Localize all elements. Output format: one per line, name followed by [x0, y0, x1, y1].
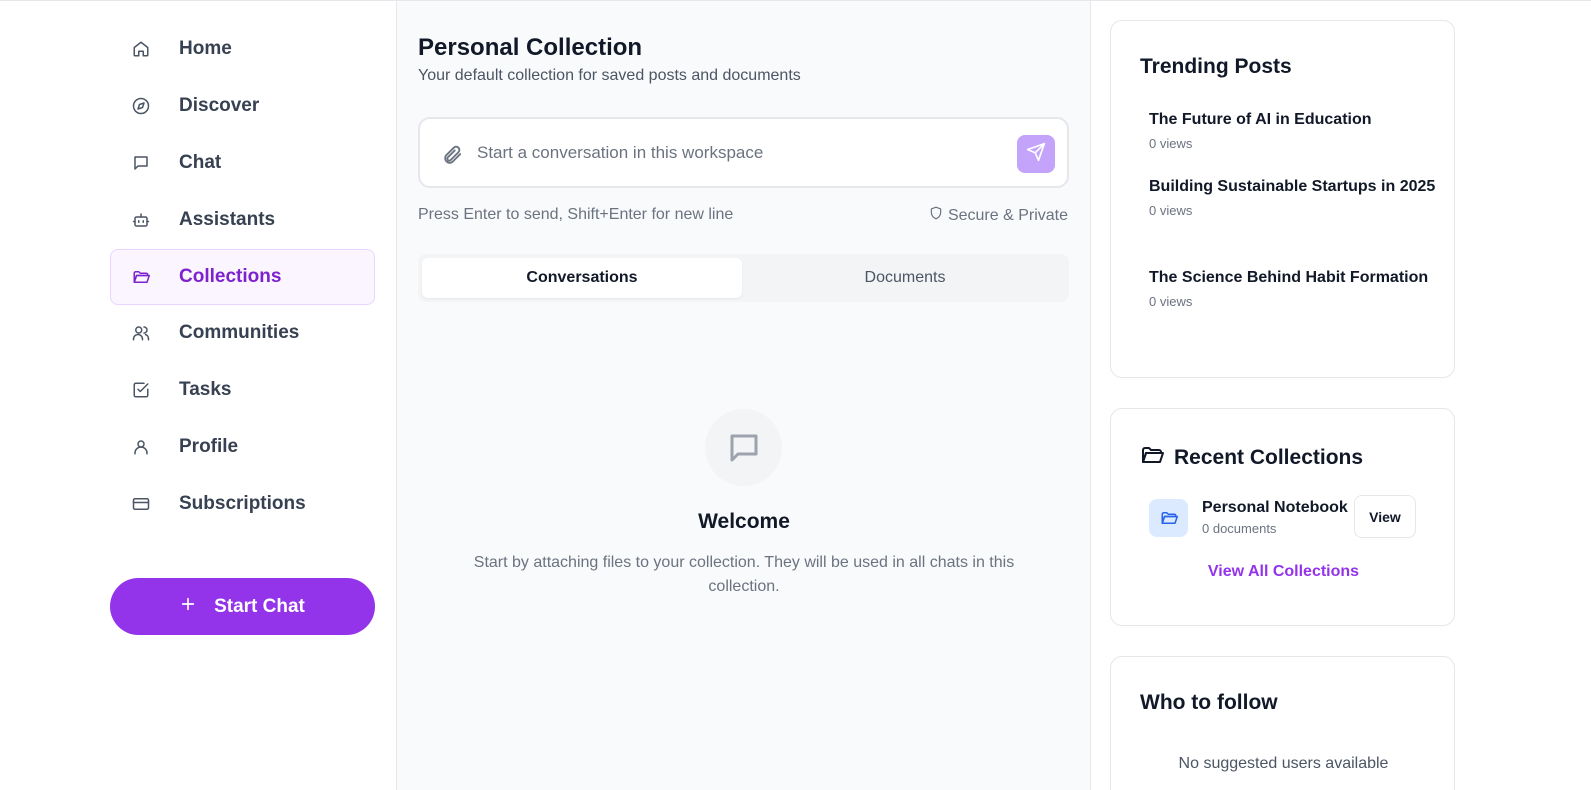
trending-post-views: 0 views: [1149, 136, 1193, 151]
send-icon: [1026, 142, 1046, 167]
paperclip-icon[interactable]: [441, 144, 463, 166]
trending-post[interactable]: The Science Behind Habit Formation 0 vie…: [1149, 266, 1439, 309]
sidebar-item-communities[interactable]: Communities: [110, 305, 375, 361]
trending-post-title: Building Sustainable Startups in 2025: [1149, 178, 1436, 195]
sidebar-item-label: Subscriptions: [179, 493, 306, 514]
sidebar-item-label: Assistants: [179, 209, 276, 230]
sidebar-item-label: Discover: [179, 95, 260, 116]
view-collection-button[interactable]: View: [1354, 495, 1416, 538]
view-all-collections-link[interactable]: View All Collections: [1111, 563, 1456, 581]
sidebar-item-chat[interactable]: Chat: [110, 135, 375, 191]
chat-icon: [131, 153, 151, 173]
plus-icon: [180, 596, 196, 618]
sidebar-item-label: Profile: [179, 436, 239, 457]
user-icon: [131, 437, 151, 457]
sidebar-item-label: Collections: [179, 266, 282, 287]
recent-collections-card: Recent Collections Personal Notebook 0 d…: [1110, 408, 1455, 626]
recent-collections-header: Recent Collections: [1140, 443, 1363, 472]
folder-icon: [1149, 499, 1188, 537]
empty-state-text: Start by attaching files to your collect…: [473, 554, 1015, 595]
message-composer: [418, 117, 1069, 188]
collection-count: 0 documents: [1202, 521, 1277, 536]
sidebar-item-profile[interactable]: Profile: [110, 419, 375, 475]
sidebar-item-label: Home: [179, 38, 232, 59]
sidebar-item-label: Communities: [179, 322, 300, 343]
folder-icon: [131, 267, 151, 287]
home-icon: [131, 39, 151, 59]
sidebar-item-home[interactable]: Home: [110, 21, 375, 77]
sidebar-item-tasks[interactable]: Tasks: [110, 362, 375, 418]
send-button[interactable]: [1017, 135, 1055, 173]
card-icon: [131, 494, 151, 514]
who-to-follow-card: Who to follow No suggested users availab…: [1110, 656, 1455, 790]
collection-name: Personal Notebook: [1202, 499, 1348, 516]
empty-state-title: Welcome: [698, 510, 790, 533]
main-content: Personal Collection Your default collect…: [397, 1, 1091, 790]
folder-open-icon: [1140, 443, 1164, 472]
trending-post-title: The Science Behind Habit Formation: [1149, 269, 1429, 286]
collection-tabs: Conversations Documents: [418, 254, 1069, 302]
bot-icon: [131, 210, 151, 230]
secure-indicator: Secure & Private: [929, 206, 1068, 225]
composer-hint: Press Enter to send, Shift+Enter for new…: [418, 206, 734, 223]
sidebar: Home Discover Chat Assistants Collection…: [91, 1, 397, 790]
trending-post[interactable]: Building Sustainable Startups in 2025 0 …: [1149, 175, 1439, 218]
checkbox-icon: [131, 380, 151, 400]
empty-state-chat-icon: [705, 409, 782, 486]
sidebar-item-assistants[interactable]: Assistants: [110, 192, 375, 248]
sidebar-item-collections[interactable]: Collections: [110, 249, 375, 305]
who-to-follow-title: Who to follow: [1140, 691, 1278, 714]
trending-post[interactable]: The Future of AI in Education 0 views: [1149, 108, 1439, 151]
start-chat-label: Start Chat: [214, 595, 305, 617]
no-suggested-users-text: No suggested users available: [1178, 755, 1389, 772]
trending-posts-card: Trending Posts The Future of AI in Educa…: [1110, 20, 1455, 378]
start-chat-button[interactable]: Start Chat: [110, 578, 375, 635]
page-subtitle: Your default collection for saved posts …: [418, 67, 801, 84]
recent-collections-title: Recent Collections: [1174, 445, 1364, 469]
sidebar-item-discover[interactable]: Discover: [110, 78, 375, 134]
compass-icon: [131, 96, 151, 116]
trending-post-views: 0 views: [1149, 203, 1193, 218]
tab-conversations[interactable]: Conversations: [422, 258, 742, 298]
page-title: Personal Collection: [418, 34, 643, 61]
sidebar-item-label: Tasks: [179, 379, 232, 400]
shield-icon: [929, 206, 943, 225]
trending-post-title: The Future of AI in Education: [1149, 111, 1372, 128]
secure-label: Secure & Private: [947, 206, 1068, 224]
message-input[interactable]: [477, 136, 997, 170]
sidebar-item-subscriptions[interactable]: Subscriptions: [110, 476, 375, 532]
sidebar-item-label: Chat: [179, 152, 222, 173]
users-icon: [131, 323, 151, 343]
tab-documents[interactable]: Documents: [745, 258, 1065, 298]
trending-post-views: 0 views: [1149, 294, 1193, 309]
trending-title: Trending Posts: [1140, 55, 1292, 78]
